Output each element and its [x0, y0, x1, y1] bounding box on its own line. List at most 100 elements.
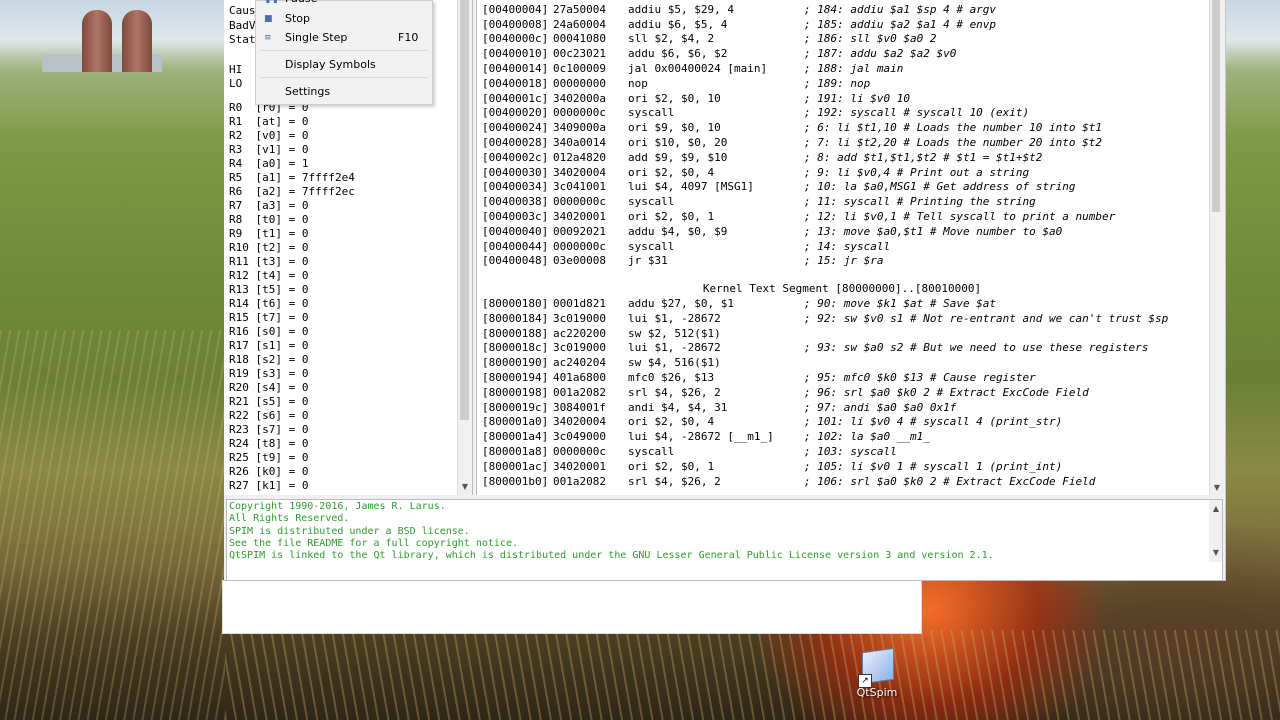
instruction-addr: [0040003c]: [482, 210, 549, 223]
text-segment-pane[interactable]: [00400000] 8fa40000 lw $4, 0($29) ; 183: lw…: [476, 0, 1222, 495]
instruction-addr: [00400018]: [482, 76, 549, 90]
instruction-cmt: ; 92: sw $v0 s1 # Not re-entrant and we …: [804, 311, 1169, 325]
scroll-down-icon[interactable]: ▼: [458, 480, 472, 494]
registers-scrollbar[interactable]: ▼: [457, 0, 472, 495]
desktop-icon-label: QtSpim: [856, 686, 898, 699]
instruction-addr: [00400008]: [482, 17, 549, 31]
instruction-addr: [80000190]: [482, 356, 549, 370]
menu-separator: [260, 77, 428, 78]
instruction-addr: [00400010]: [482, 47, 549, 61]
register-label: HI: [229, 62, 243, 76]
instruction-instr: ori $2, $0, 4: [628, 165, 715, 179]
instruction-hex: 00041080: [553, 32, 606, 46]
instruction-hex: 340a0014: [553, 136, 606, 149]
instruction-addr: [8000019c]: [482, 400, 549, 414]
instruction-cmt: ; 97: andi $a0 $a0 0x1f: [804, 400, 957, 414]
scroll-down-icon[interactable]: ▼: [1209, 546, 1222, 560]
instruction-cmt: ; 103: syscall: [804, 445, 897, 458]
menu-item-single-step[interactable]: ≡ Single Step F10: [256, 28, 432, 48]
single-step-icon: ≡: [264, 33, 272, 43]
instruction-hex: 3084001f: [553, 400, 606, 414]
instruction-addr: [800001a8]: [482, 445, 549, 458]
register-row: R23 [s7] = 0: [229, 423, 309, 436]
instruction-hex: 34020001: [553, 210, 606, 223]
instruction-instr: jr $31: [628, 254, 668, 268]
instruction-addr: [8000018c]: [482, 341, 549, 355]
silo: [122, 10, 152, 72]
instruction-instr: ori $9, $0, 10: [628, 121, 721, 135]
menu-item-label: Single Step: [285, 31, 348, 44]
console-scrollbar[interactable]: ▲ ▼: [1209, 500, 1222, 562]
instruction-cmt: ; 188: jal main: [804, 62, 904, 75]
text-scrollbar[interactable]: ▼: [1209, 0, 1222, 495]
instruction-cmt: ; 11: syscall # Printing the string: [804, 195, 1036, 209]
instruction-cmt: ; 10: la $a0,MSG1 # Get address of strin…: [804, 180, 1076, 194]
instruction-hex: 8fa40000: [553, 0, 606, 1]
instruction-hex: 34020004: [553, 415, 606, 429]
register-row: R6 [a2] = 7ffff2ec: [229, 185, 355, 198]
instruction-cmt: ; 189: nop: [804, 76, 871, 90]
scrollbar-thumb[interactable]: [460, 0, 469, 420]
console-line: All Rights Reserved.: [229, 513, 350, 525]
instruction-cmt: ; 191: li $v0 10: [804, 91, 910, 105]
instruction-cmt: ; 102: la $a0 __m1_: [804, 430, 930, 444]
menu-item-pause[interactable]: ❚❚ Pause: [256, 0, 432, 9]
scrollbar-thumb[interactable]: [1212, 0, 1220, 212]
instruction-addr: [00400034]: [482, 180, 549, 194]
instruction-hex: 34020004: [553, 165, 606, 179]
register-row: R9 [t1] = 0: [229, 227, 309, 240]
instruction-cmt: ; 9: li $v0,4 # Print out a string: [804, 165, 1030, 179]
register-row: R11 [t3] = 0: [229, 255, 309, 268]
instruction-addr: [0040002c]: [482, 150, 549, 164]
menu-item-display-symbols[interactable]: Display Symbols: [256, 55, 432, 75]
instruction-instr: ori $2, $0, 1: [628, 210, 715, 223]
instruction-hex: 0000000c: [553, 195, 606, 209]
instruction-hex: 401a6800: [553, 371, 606, 384]
menu-item-stop[interactable]: ■ Stop: [256, 9, 432, 29]
instruction-hex: 03e00008: [553, 254, 606, 268]
general-registers: R0 [r0] = 0 R1 [at] = 0 R2 [v0] = 0 R3 [v1]…: [229, 101, 355, 493]
instruction-hex: 3c041001: [553, 180, 606, 194]
instruction-instr: sw $2, 512($1): [628, 326, 721, 340]
register-row: R24 [t8] = 0: [229, 437, 309, 450]
barn-silos: [42, 2, 162, 72]
instruction-addr: [80000194]: [482, 371, 549, 384]
console-output: Copyright 1990-2016, James R. Larus. All …: [229, 501, 994, 562]
instruction-cmt: ; 106: srl $a0 $k0 2 # Extract ExcCode F…: [804, 474, 1096, 488]
register-label: Stat: [229, 33, 256, 46]
instruction-addr: [0040000c]: [482, 32, 549, 46]
instruction-hex: 00092021: [553, 224, 606, 238]
qtspim-desktop-shortcut[interactable]: ↗ QtSpim: [852, 647, 902, 704]
instruction-addr: [800001a4]: [482, 430, 549, 444]
register-row: R21 [s5] = 0: [229, 395, 309, 408]
console-line: See the file README for a full copyright…: [229, 537, 518, 549]
instruction-instr: andi $4, $4, 31: [628, 400, 728, 414]
scroll-up-icon[interactable]: ▲: [1209, 502, 1222, 516]
register-row: R27 [k1] = 0: [229, 479, 309, 492]
register-row: R18 [s2] = 0: [229, 353, 309, 366]
instruction-cmt: ; 90: move $k1 $at # Save $at: [804, 297, 997, 310]
instruction-instr: lui $4, 4097 [MSG1]: [628, 180, 754, 194]
menu-item-settings[interactable]: Settings: [256, 82, 432, 102]
scroll-down-icon[interactable]: ▼: [1210, 481, 1222, 495]
register-row: R25 [t9] = 0: [229, 451, 309, 464]
instruction-cmt: ; 187: addu $a2 $a2 $v0: [804, 47, 957, 61]
console-pane[interactable]: Copyright 1990-2016, James R. Larus. All …: [226, 499, 1223, 581]
instruction-addr: [80000188]: [482, 326, 549, 340]
instruction-instr: srl $4, $26, 2: [628, 474, 721, 488]
instruction-addr: [00400014]: [482, 62, 549, 75]
instruction-instr: ori $10, $0, 20: [628, 136, 728, 149]
instruction-instr: sw $4, 516($1): [628, 356, 721, 370]
instruction-addr: [800001ac]: [482, 459, 549, 473]
instruction-cmt: ; 183: lw $a0 0($sp) # argc: [804, 0, 983, 1]
console-line: SPIM is distributed under a BSD license.: [229, 525, 470, 537]
instruction-instr: syscall: [628, 106, 675, 120]
instruction-addr: [00400004]: [482, 2, 549, 16]
instruction-addr: [00400028]: [482, 136, 549, 149]
simulator-menu: ❚❚ Pause ■ Stop ≡ Single Step F10 Displa…: [255, 0, 433, 105]
instruction-addr: [800001a0]: [482, 415, 549, 429]
instruction-addr: [0040001c]: [482, 91, 549, 105]
instruction-hex: ac240204: [553, 356, 606, 370]
instruction-instr: jal 0x00400024 [main]: [628, 62, 768, 75]
instruction-instr: syscall: [628, 239, 675, 253]
